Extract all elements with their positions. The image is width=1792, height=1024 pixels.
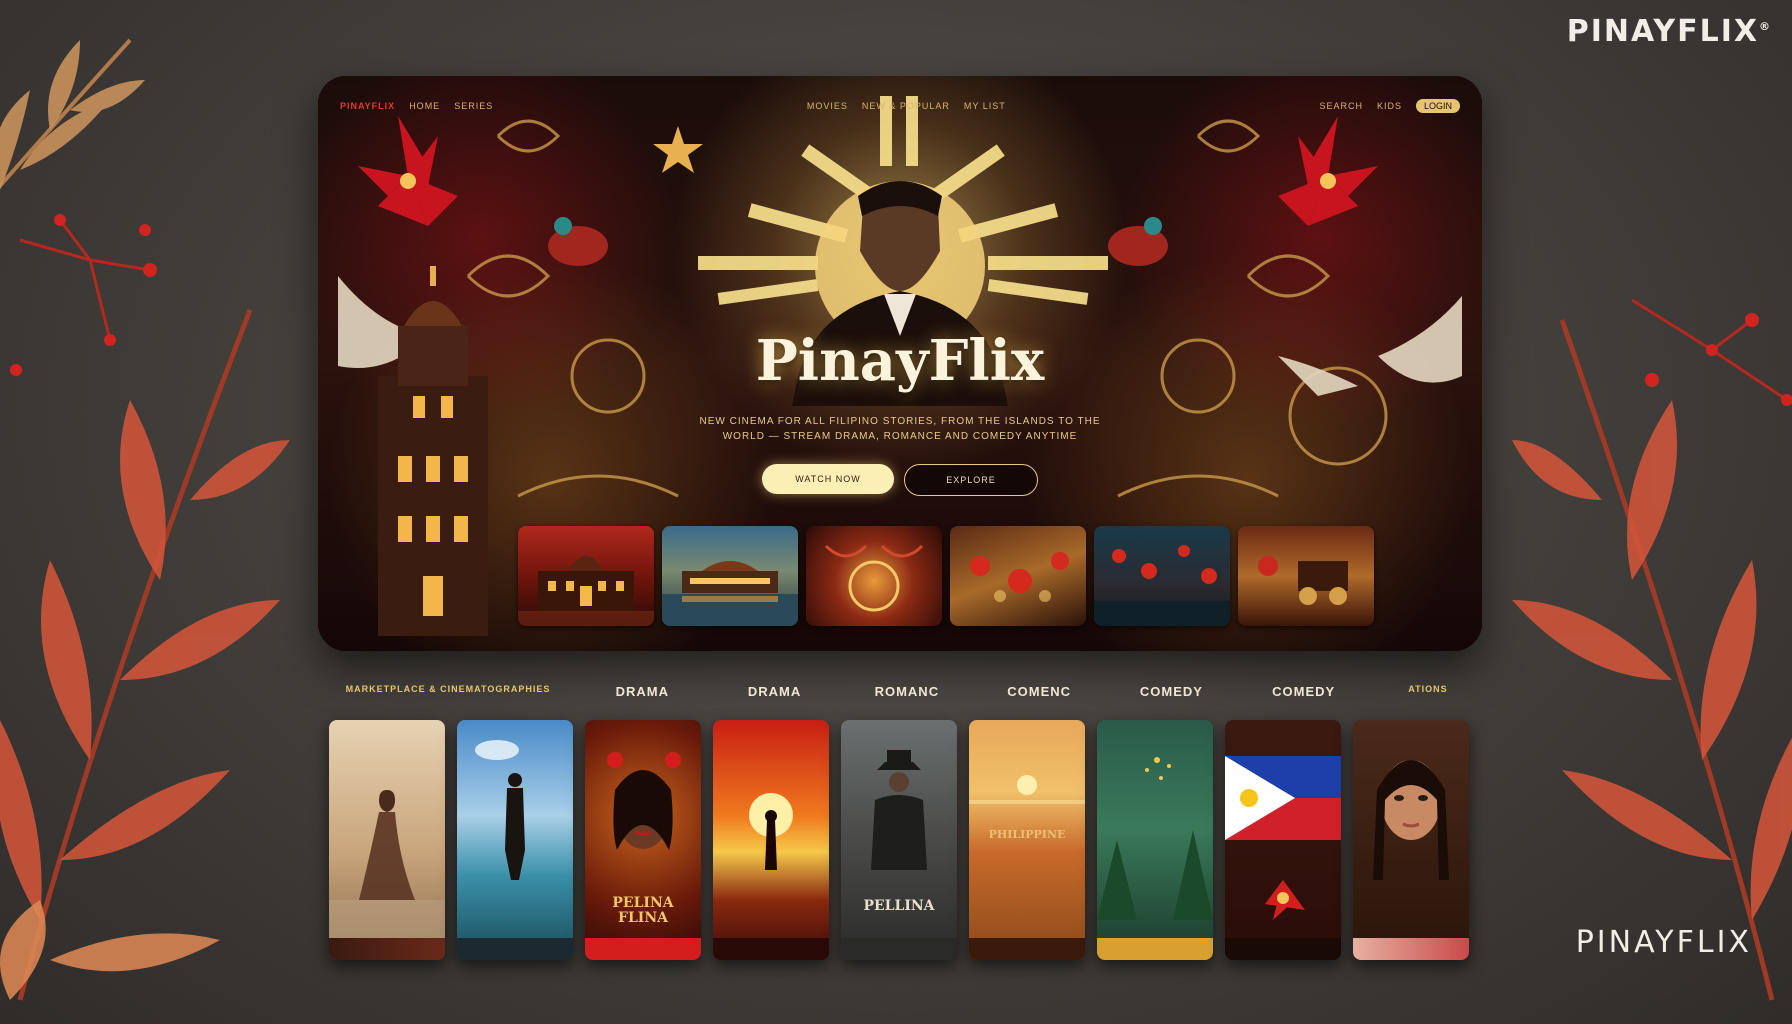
left-red-berries	[10, 214, 157, 376]
hero-nav-series[interactable]: SERIES	[454, 101, 493, 111]
category-marketplace[interactable]: MARKETPLACE & CINEMATOGRAPHIES	[328, 684, 568, 699]
explore-button[interactable]: EXPLORE	[904, 464, 1038, 496]
hero-nav-right: SEARCH KIDS LOGIN	[1319, 99, 1460, 113]
category-row: MARKETPLACE & CINEMATOGRAPHIES DRAMA DRA…	[328, 684, 1478, 699]
hero-title: PinayFlix	[755, 328, 1045, 394]
category-drama-2[interactable]: DRAMA	[717, 684, 833, 699]
hero-thumbnail-row	[518, 526, 1374, 626]
hero-nav-left: PINAYFLIX HOME SERIES	[340, 101, 493, 111]
poster-woman-portrait[interactable]: PELINA FLINA	[585, 720, 701, 960]
left-palm-leaf-top	[0, 38, 145, 190]
registered-mark: ®	[1759, 20, 1772, 33]
category-drama-1[interactable]: DRAMA	[584, 684, 700, 699]
poster-forest-spark[interactable]	[1097, 720, 1213, 960]
hero-nav-my-list[interactable]: MY LIST	[964, 101, 1006, 111]
poster-flag-flower[interactable]	[1225, 720, 1341, 960]
category-actions[interactable]: ATIONS	[1378, 684, 1478, 699]
hero-nav-new-popular[interactable]: NEW & POPULAR	[862, 101, 950, 111]
poster-sunset-silhouette[interactable]	[713, 720, 829, 960]
poster-strip	[713, 938, 829, 960]
poster-cowboy[interactable]: PELLINA	[841, 720, 957, 960]
poster-woman-shore[interactable]	[329, 720, 445, 960]
poster-strip	[969, 938, 1085, 960]
hero-buttons: WATCH NOW EXPLORE	[318, 464, 1482, 496]
category-comedy-1[interactable]: COMENC	[981, 684, 1097, 699]
hero-nav-login-button[interactable]: LOGIN	[1415, 99, 1460, 113]
poster-strip	[841, 938, 957, 960]
right-red-berries	[1631, 298, 1792, 406]
hero-nav-logo[interactable]: PINAYFLIX	[340, 101, 395, 111]
poster-caption: PHILIPPINE	[988, 828, 1066, 841]
poster-sunset-sea[interactable]: PHILIPPINE	[969, 720, 1085, 960]
hero-thumb-dancers[interactable]	[950, 526, 1086, 626]
poster-strip	[1225, 938, 1341, 960]
poster-strip	[457, 938, 573, 960]
hero-nav: PINAYFLIX HOME SERIES MOVIES NEW & POPUL…	[340, 98, 1460, 114]
hero-banner: PINAYFLIX HOME SERIES MOVIES NEW & POPUL…	[318, 76, 1482, 651]
category-romance[interactable]: ROMANC	[849, 684, 965, 699]
hero-thumb-lake-palace[interactable]	[662, 526, 798, 626]
hero-subtitle-line-2: WORLD — STREAM DRAMA, ROMANCE AND COMEDY…	[722, 431, 1078, 442]
hero-nav-home[interactable]: HOME	[409, 101, 440, 111]
poster-woman-face[interactable]	[1353, 720, 1469, 960]
poster-strip	[1097, 938, 1213, 960]
corner-brand-logo: PINAYFLIX®	[1567, 14, 1772, 49]
watch-now-button[interactable]: WATCH NOW	[762, 464, 894, 494]
poster-strip	[1353, 938, 1469, 960]
poster-man-in-water[interactable]	[457, 720, 573, 960]
hero-thumb-night-garden[interactable]	[1094, 526, 1230, 626]
right-palm-leaf	[1512, 319, 1792, 1001]
hero-thumb-palace[interactable]	[518, 526, 654, 626]
hero-nav-kids[interactable]: KIDS	[1377, 101, 1402, 111]
poster-strip	[585, 938, 701, 960]
hero-nav-movies[interactable]: MOVIES	[807, 101, 848, 111]
left-palm-leaf-bottom	[0, 309, 290, 1001]
hero-nav-center: MOVIES NEW & POPULAR MY LIST	[807, 101, 1006, 111]
poster-strip	[329, 938, 445, 960]
poster-caption: PELINA FLINA	[612, 895, 674, 926]
hero-subtitle: NEW CINEMA FOR ALL FILIPINO STORIES, FRO…	[318, 414, 1482, 444]
hero-thumb-ornate-gold[interactable]	[806, 526, 942, 626]
corner-brand-text: PINAYFLIX	[1566, 14, 1759, 49]
bottom-brand-logo: PINAYFLIX	[1575, 925, 1752, 960]
category-comedy-3[interactable]: COMEDY	[1246, 684, 1362, 699]
hero-thumb-carriage[interactable]	[1238, 526, 1374, 626]
poster-caption: PELLINA	[863, 898, 935, 914]
hero-subtitle-line-1: NEW CINEMA FOR ALL FILIPINO STORIES, FRO…	[699, 416, 1101, 427]
category-comedy-2[interactable]: COMEDY	[1113, 684, 1229, 699]
hero-nav-search[interactable]: SEARCH	[1319, 101, 1363, 111]
poster-row: PELINA FLINA PELLINA PHILIPPINE	[329, 720, 1469, 960]
